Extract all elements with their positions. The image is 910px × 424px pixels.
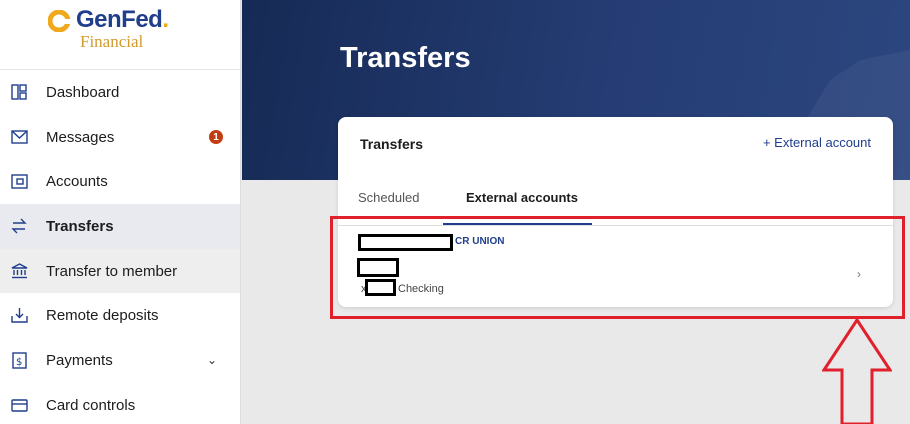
tab-external-accounts[interactable]: External accounts	[466, 190, 578, 205]
dashboard-icon	[10, 83, 28, 101]
genfed-logo-icon	[48, 10, 70, 32]
logo-name: GenFed.	[76, 6, 169, 33]
sidebar-item-label: Transfers	[46, 217, 114, 235]
sidebar: GenFed. Financial Dashboard Messages 1 A…	[0, 0, 241, 424]
add-external-account-link[interactable]: + External account	[763, 135, 871, 150]
unread-badge: 1	[209, 130, 223, 145]
sidebar-item-label: Transfer to member	[46, 262, 178, 280]
sidebar-item-card-controls[interactable]: Card controls	[0, 383, 240, 424]
annotation-highlight-box	[330, 216, 905, 319]
sidebar-item-label: Remote deposits	[46, 307, 159, 325]
envelope-icon	[10, 128, 28, 146]
sidebar-item-dashboard[interactable]: Dashboard	[0, 70, 240, 115]
sidebar-item-label: Messages	[46, 128, 115, 146]
sidebar-item-payments[interactable]: $ Payments ⌄	[0, 338, 240, 383]
sidebar-item-transfers[interactable]: Transfers	[0, 204, 240, 249]
page: GenFed. Financial Dashboard Messages 1 A…	[0, 0, 910, 424]
sidebar-item-remote-deposits[interactable]: Remote deposits	[0, 293, 240, 338]
payments-icon: $	[10, 351, 28, 369]
wallet-icon	[10, 173, 28, 191]
logo-subtitle: Financial	[80, 32, 144, 51]
card-icon	[10, 396, 28, 414]
svg-text:$: $	[16, 357, 22, 368]
transfer-arrows-icon	[10, 217, 28, 235]
chevron-down-icon[interactable]: ⌄	[207, 353, 217, 367]
logo[interactable]: GenFed. Financial	[0, 0, 240, 70]
sidebar-item-transfer-to-member[interactable]: Transfer to member	[0, 248, 240, 294]
tab-scheduled[interactable]: Scheduled	[358, 190, 419, 205]
annotation-arrow-icon	[822, 318, 892, 424]
sidebar-item-label: Dashboard	[46, 83, 120, 101]
sidebar-item-messages[interactable]: Messages 1	[0, 115, 240, 160]
bank-icon	[10, 262, 28, 280]
sidebar-nav: Dashboard Messages 1 Accounts Transfers	[0, 70, 240, 424]
sidebar-item-label: Payments	[46, 351, 113, 369]
page-title: Transfers	[340, 42, 471, 74]
sidebar-item-label: Accounts	[46, 173, 108, 191]
sidebar-item-label: Card controls	[46, 396, 136, 414]
card-title: Transfers	[360, 136, 424, 152]
sidebar-item-accounts[interactable]: Accounts	[0, 159, 240, 204]
deposit-icon	[10, 307, 28, 325]
